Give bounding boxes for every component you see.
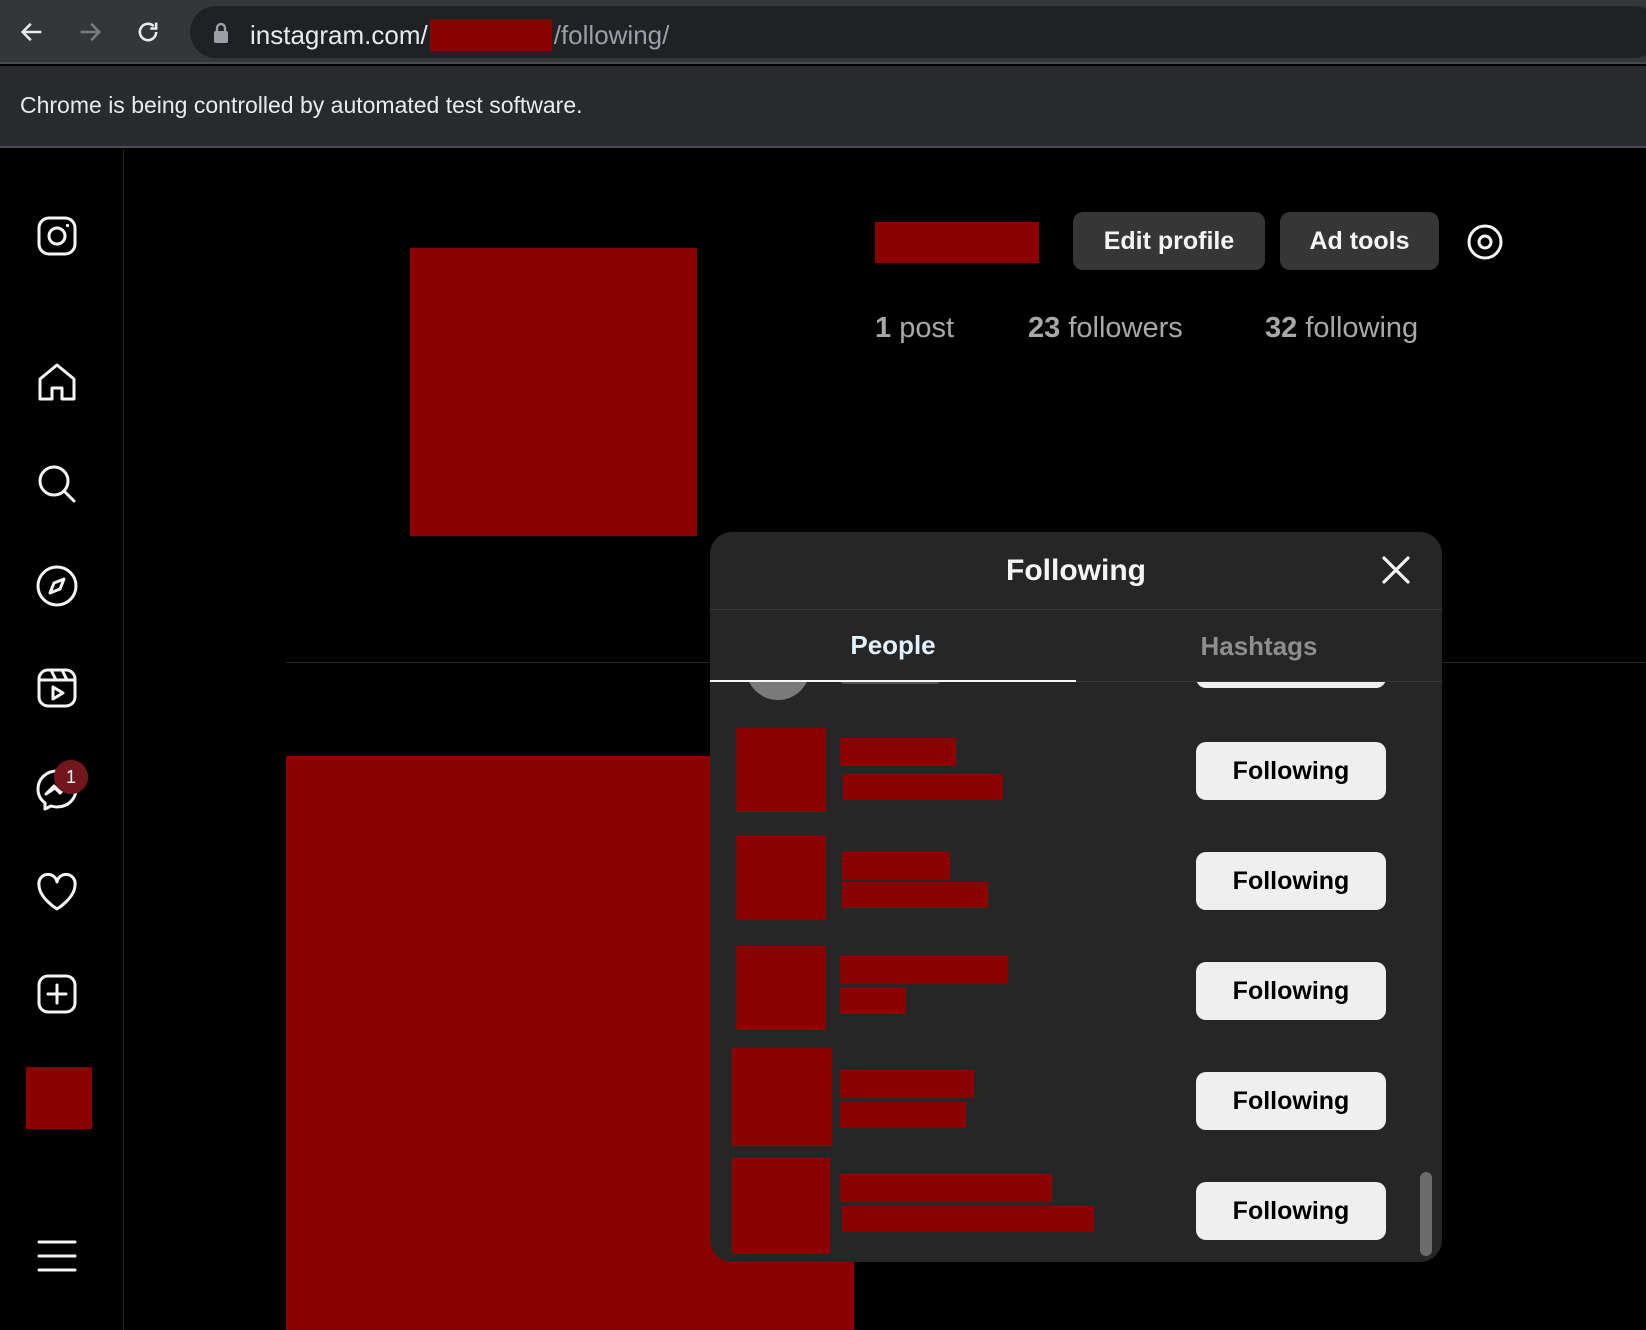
tab-people[interactable]: People bbox=[710, 610, 1076, 682]
redacted-username bbox=[842, 852, 950, 880]
settings-gear-icon[interactable] bbox=[1463, 220, 1507, 264]
redacted-avatar bbox=[732, 1158, 830, 1254]
scrollbar-thumb[interactable] bbox=[1420, 1172, 1432, 1256]
list-item: Following bbox=[710, 1158, 1422, 1262]
create-icon[interactable] bbox=[33, 970, 81, 1018]
list-item: Following bbox=[710, 942, 1422, 1042]
partial-following-button[interactable] bbox=[1196, 682, 1386, 688]
forward-button[interactable] bbox=[70, 12, 110, 52]
url-text: instagram.com/ /following/ bbox=[250, 19, 669, 51]
followers-label: followers bbox=[1068, 312, 1183, 344]
back-button[interactable] bbox=[12, 12, 52, 52]
list-item: Following bbox=[710, 722, 1422, 822]
dialog-title: Following bbox=[1006, 554, 1146, 587]
menu-icon[interactable] bbox=[33, 1232, 81, 1280]
following-label: following bbox=[1305, 312, 1419, 344]
posts-stat: 1 post bbox=[875, 312, 954, 345]
redacted-fullname bbox=[843, 774, 1003, 800]
following-dialog: Following People Hashtags Following Foll… bbox=[710, 532, 1442, 1262]
redacted-username bbox=[429, 19, 552, 51]
partial-avatar bbox=[746, 682, 810, 700]
browser-toolbar: instagram.com/ /following/ bbox=[0, 0, 1646, 64]
sidebar: 1 bbox=[0, 150, 124, 1330]
redacted-username bbox=[840, 956, 1008, 984]
dialog-header: Following bbox=[710, 532, 1442, 610]
dialog-scrollbar[interactable] bbox=[1416, 682, 1436, 1262]
explore-icon[interactable] bbox=[33, 562, 81, 610]
search-icon[interactable] bbox=[33, 460, 81, 508]
posts-label: post bbox=[899, 312, 955, 344]
tab-hashtags[interactable]: Hashtags bbox=[1076, 610, 1442, 682]
close-icon[interactable] bbox=[1376, 550, 1416, 590]
following-button[interactable]: Following bbox=[1196, 1182, 1386, 1240]
redacted-username bbox=[840, 738, 956, 766]
edit-profile-button[interactable]: Edit profile bbox=[1073, 212, 1265, 270]
redacted-avatar bbox=[736, 728, 826, 812]
redacted-username bbox=[840, 1070, 974, 1098]
redacted-fullname bbox=[842, 1206, 1094, 1232]
redacted-fullname bbox=[840, 1102, 966, 1128]
lock-icon bbox=[214, 22, 228, 43]
url-path: /following/ bbox=[553, 19, 670, 50]
arrow-left-icon bbox=[20, 22, 42, 42]
instagram-page: 1 Edit profile Ad tools 1 post 23 follow… bbox=[0, 150, 1646, 1330]
redacted-profile-username bbox=[875, 222, 1039, 263]
list-item: Following bbox=[710, 832, 1422, 932]
following-count: 32 bbox=[1265, 312, 1298, 344]
redacted-fullname bbox=[840, 988, 906, 1014]
redacted-fullname bbox=[842, 882, 988, 908]
reload-button[interactable] bbox=[128, 12, 168, 52]
list-item: Following bbox=[710, 1048, 1422, 1152]
following-list: Following Following Following Following bbox=[710, 682, 1442, 1262]
home-icon[interactable] bbox=[33, 358, 81, 406]
arrow-right-icon bbox=[80, 22, 102, 42]
messages-badge: 1 bbox=[54, 760, 88, 794]
automation-infobar: Chrome is being controlled by automated … bbox=[0, 66, 1646, 148]
redacted-username bbox=[840, 1174, 1052, 1202]
heart-icon[interactable] bbox=[33, 868, 81, 916]
redacted-avatar bbox=[732, 1048, 832, 1146]
instagram-logo-icon[interactable] bbox=[33, 212, 81, 260]
messages-badge-count: 1 bbox=[65, 766, 76, 787]
following-stat[interactable]: 32 following bbox=[1265, 312, 1418, 345]
posts-count: 1 bbox=[875, 312, 892, 344]
address-bar[interactable]: instagram.com/ /following/ bbox=[190, 6, 1646, 58]
reels-icon[interactable] bbox=[33, 664, 81, 712]
dialog-tabs: People Hashtags bbox=[710, 610, 1442, 682]
following-button[interactable]: Following bbox=[1196, 962, 1386, 1020]
followers-stat[interactable]: 23 followers bbox=[1028, 312, 1183, 345]
reload-icon bbox=[138, 22, 158, 42]
following-button[interactable]: Following bbox=[1196, 852, 1386, 910]
partial-username bbox=[840, 682, 940, 684]
url-domain: instagram.com/ bbox=[250, 19, 428, 50]
following-button[interactable]: Following bbox=[1196, 742, 1386, 800]
ad-tools-button[interactable]: Ad tools bbox=[1280, 212, 1439, 270]
following-button[interactable]: Following bbox=[1196, 1072, 1386, 1130]
redacted-avatar bbox=[736, 946, 826, 1030]
redacted-avatar bbox=[736, 836, 826, 920]
followers-count: 23 bbox=[1028, 312, 1061, 344]
profile-avatar-thumbnail[interactable] bbox=[26, 1067, 92, 1129]
profile-avatar[interactable] bbox=[410, 248, 697, 536]
infobar-text: Chrome is being controlled by automated … bbox=[20, 92, 583, 118]
